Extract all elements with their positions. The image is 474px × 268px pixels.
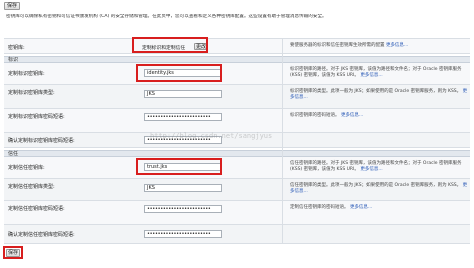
highlight-save-bottom <box>3 246 23 259</box>
identity-pass-desc: 标识密钥库的密码短语。 更多信息... <box>290 113 470 119</box>
page-intro: 密钥库可以确保私有密钥和可信证书颁发机构 (CA) 的安全存储和管理。在此页中，… <box>6 14 327 19</box>
keystores-more-link[interactable]: 更多信息... <box>386 43 408 48</box>
identity-pass-label: 定制标识密钥库密码短语: <box>8 114 65 120</box>
trust-type-row: 定制信任密钥库类型: JKS 信任密钥库的类型。此项一般为 JKS；如果使用的是… <box>4 179 470 201</box>
column-divider <box>282 38 283 244</box>
identity-type-row: 定制标识密钥库类型: JKS 标识密钥库的类型。此项一般为 JKS；如果使用的是… <box>4 85 470 109</box>
identity-keystore-more-link[interactable]: 更多信息... <box>360 73 382 78</box>
trust-pass-row: 定制信任密钥库密码短语: •••••••••••••••••••••••• 定制… <box>4 201 470 225</box>
highlight-keystores <box>132 37 208 53</box>
highlight-trust-keystore <box>136 158 222 175</box>
keystores-desc-text: 要使服务器的标识和信任密钥库生效所需的配置 <box>290 43 385 48</box>
trust-confirm-input[interactable]: •••••••••••••••••••••••• <box>144 230 222 238</box>
identity-keystore-row: 定制标识密钥库: identity.jks 标识密钥库的路径。对于 JKS 密钥… <box>4 63 470 85</box>
trust-keystore-more-link[interactable]: 更多信息... <box>360 167 382 172</box>
trust-keystore-desc: 信任密钥库的路径。对于 JKS 密钥库，该值为路径和文件名；对于 Oracle … <box>290 161 470 173</box>
trust-keystore-row: 定制信任密钥库: trust.jks 信任密钥库的路径。对于 JKS 密钥库，该… <box>4 157 470 179</box>
trust-section-header: 信任 <box>4 150 470 157</box>
identity-type-input[interactable]: JKS <box>144 90 222 98</box>
trust-type-desc: 信任密钥库的类型。此项一般为 JKS；如果使用的是 Oracle 密钥库服务，则… <box>290 183 470 195</box>
watermark: http://blog.csdn.net/sangjyus <box>150 132 273 140</box>
save-button-top[interactable]: 保存 <box>4 2 20 10</box>
keystores-desc: 要使服务器的标识和信任密钥库生效所需的配置 更多信息... <box>290 43 470 49</box>
identity-pass-desc-text: 标识密钥库的密码短语。 <box>290 113 340 118</box>
trust-pass-desc-text: 定制信任密钥库的密码短语。 <box>290 205 349 210</box>
identity-confirm-label: 确认定制标识密钥库密码短语: <box>8 138 75 144</box>
identity-keystore-desc: 标识密钥库的路径。对于 JKS 密钥库，该值为路径和文件名；对于 Oracle … <box>290 67 470 79</box>
keystores-row: 密钥库: 定制标识和定制信任 更改 要使服务器的标识和信任密钥库生效所需的配置 … <box>4 38 470 54</box>
trust-type-desc-text: 信任密钥库的类型。此项一般为 JKS；如果使用的是 Oracle 密钥库服务，则… <box>290 183 462 188</box>
trust-pass-more-link[interactable]: 更多信息... <box>350 205 372 210</box>
identity-type-label: 定制标识密钥库类型: <box>8 90 55 96</box>
trust-type-label: 定制信任密钥库类型: <box>8 184 55 190</box>
identity-pass-more-link[interactable]: 更多信息... <box>341 113 363 118</box>
identity-pass-input[interactable]: •••••••••••••••••••••••• <box>144 113 222 121</box>
trust-keystore-label: 定制信任密钥库: <box>8 165 45 171</box>
identity-type-desc-text: 标识密钥库的类型。此项一般为 JKS；如果使用的是 Oracle 密钥库服务，则… <box>290 89 462 94</box>
identity-keystore-label: 定制标识密钥库: <box>8 71 45 77</box>
trust-confirm-label: 确认定制信任密钥库密码短语: <box>8 232 75 238</box>
trust-pass-desc: 定制信任密钥库的密码短语。 更多信息... <box>290 205 470 211</box>
identity-section-header: 标识 <box>4 56 470 63</box>
highlight-identity-keystore <box>136 64 222 82</box>
trust-pass-input[interactable]: •••••••••••••••••••••••• <box>144 205 222 213</box>
identity-type-desc: 标识密钥库的类型。此项一般为 JKS；如果使用的是 Oracle 密钥库服务，则… <box>290 89 470 101</box>
trust-confirm-row: 确认定制信任密钥库密码短语: •••••••••••••••••••••••• <box>4 225 470 244</box>
trust-pass-label: 定制信任密钥库密码短语: <box>8 206 65 212</box>
keystores-label: 密钥库: <box>8 45 25 51</box>
trust-type-input[interactable]: JKS <box>144 184 222 192</box>
identity-pass-row: 定制标识密钥库密码短语: •••••••••••••••••••••••• 标识… <box>4 109 470 133</box>
